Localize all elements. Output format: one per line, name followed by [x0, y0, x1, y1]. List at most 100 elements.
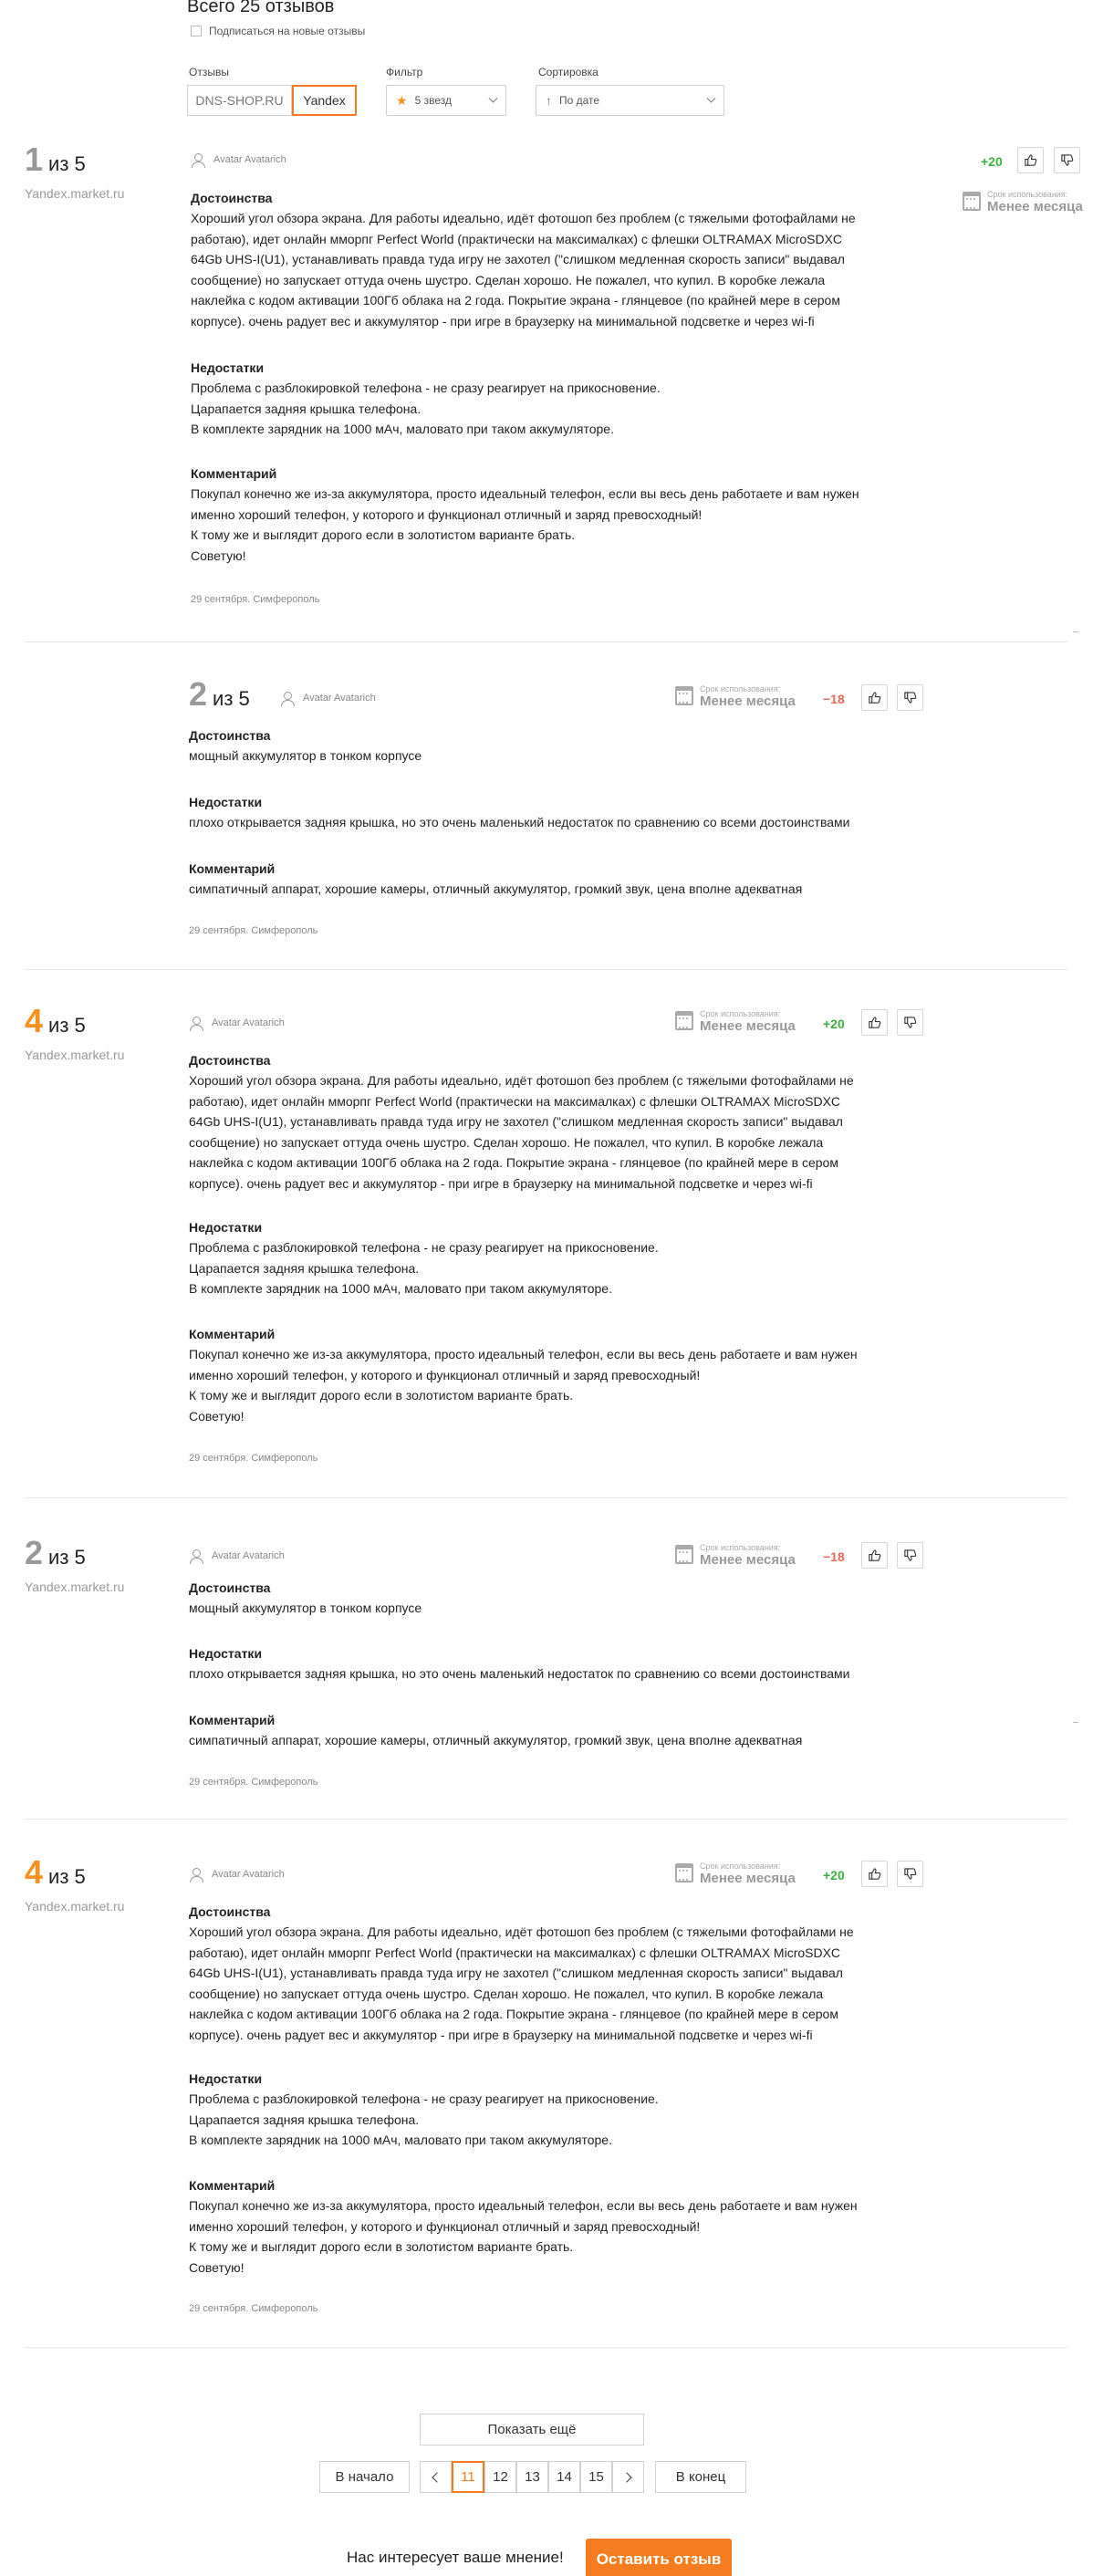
review-pros: Достоинства Хороший угол обзора экрана. Д… — [189, 1904, 854, 2042]
calendar-icon — [675, 686, 693, 705]
thumb-down-icon — [904, 1017, 917, 1028]
review-score: −18 — [823, 1549, 845, 1564]
review-source: Yandex.market.ru — [25, 1580, 125, 1594]
calendar-icon — [963, 192, 981, 211]
review-score: +20 — [823, 1868, 845, 1882]
review-comment: Комментарий Покупал конечно же из-за акку… — [189, 2178, 858, 2275]
dislike-button[interactable] — [897, 1542, 923, 1569]
first-page-button[interactable]: В начало — [319, 2461, 410, 2493]
last-page-button[interactable]: В конец — [655, 2461, 746, 2493]
thumb-up-icon — [869, 692, 881, 704]
user-icon — [189, 1016, 203, 1031]
review-cons: Недостатки плохо открывается задняя крышк… — [189, 795, 850, 829]
review-rating: 1 из 5 — [25, 141, 86, 178]
review-pros: Достоинства Хороший угол обзора экрана. Д… — [191, 191, 856, 329]
review-comment: Комментарий симпатичный аппарат, хорошие … — [189, 861, 803, 896]
next-page-button[interactable] — [612, 2461, 644, 2493]
review-pros: Достоинства мощный аккумулятор в тонком к… — [189, 1580, 422, 1615]
review-author[interactable]: Avatar Avatarich — [189, 1016, 285, 1031]
page-13[interactable]: 13 — [516, 2461, 548, 2493]
source-switch: DNS-SHOP.RU Yandex — [187, 85, 357, 116]
source-dns-button[interactable]: DNS-SHOP.RU — [187, 85, 292, 116]
chevron-down-icon — [488, 93, 498, 103]
usage-period: Срок использования: Менее месяца — [963, 190, 1083, 215]
filter-value: 5 звезд — [414, 94, 452, 107]
page-12[interactable]: 12 — [484, 2461, 516, 2493]
dislike-button[interactable] — [897, 1861, 923, 1887]
thumb-down-icon — [904, 1549, 917, 1561]
user-icon — [189, 1549, 203, 1564]
like-button[interactable] — [861, 684, 888, 711]
review-date: 29 сентября. Симферополь — [189, 925, 318, 936]
review-rating: 4 из 5 — [25, 1853, 86, 1891]
page-15[interactable]: 15 — [580, 2461, 612, 2493]
usage-period: Срок использования: Менее месяца — [675, 1009, 796, 1035]
review-comment: Комментарий Покупал конечно же из-за акку… — [191, 466, 859, 563]
dislike-button[interactable] — [897, 1009, 923, 1036]
thumb-up-icon — [869, 1017, 881, 1028]
leave-review-button[interactable]: Оставить отзыв — [586, 2539, 732, 2576]
calendar-icon — [675, 1011, 693, 1030]
review-date: 29 сентября. Симферополь — [189, 2303, 318, 2314]
review-author[interactable]: Avatar Avatarich — [189, 1549, 285, 1564]
review-cons: Недостатки Проблема с разблокировкой теле… — [191, 360, 661, 436]
review-author[interactable]: Avatar Avatarich — [280, 691, 376, 706]
source-label: Отзывы — [189, 66, 229, 78]
review-source: Yandex.market.ru — [25, 186, 125, 201]
page-11[interactable]: 11 — [452, 2461, 484, 2493]
review-comment: Комментарий Покупал конечно же из-за акку… — [189, 1327, 858, 1424]
review-comment: Комментарий симпатичный аппарат, хорошие … — [189, 1713, 803, 1747]
review-pros: Достоинства Хороший угол обзора экрана. Д… — [189, 1053, 854, 1191]
review-rating: 2 из 5 — [25, 1534, 86, 1571]
calendar-icon — [675, 1863, 693, 1882]
review-cons: Недостатки Проблема с разблокировкой теле… — [189, 2071, 659, 2147]
feedback-prompt: Нас интересует ваше мнение! — [347, 2549, 564, 2566]
review-rating: 4 из 5 — [25, 1002, 86, 1039]
review-author[interactable]: Avatar Avatarich — [189, 1867, 285, 1882]
review-score: +20 — [823, 1017, 845, 1031]
review-date: 29 сентября. Симферополь — [191, 594, 320, 605]
review-score: +20 — [981, 154, 1003, 169]
show-more-button[interactable]: Показать ещё — [420, 2414, 644, 2446]
sort-label: Сортировка — [538, 66, 599, 78]
dislike-button[interactable] — [1054, 147, 1080, 173]
subscribe-checkbox[interactable]: Подписаться на новые отзывы — [191, 25, 365, 37]
review-cons: Недостатки Проблема с разблокировкой теле… — [189, 1220, 659, 1296]
filter-label: Фильтр — [386, 66, 423, 78]
dislike-button[interactable] — [897, 684, 923, 711]
checkbox-box[interactable] — [191, 26, 202, 37]
thumb-up-icon — [1025, 154, 1037, 166]
like-button[interactable] — [861, 1009, 888, 1036]
thumb-down-icon — [904, 1868, 917, 1880]
usage-period: Срок использования: Менее месяца — [675, 1862, 796, 1887]
thumb-up-icon — [869, 1868, 881, 1880]
chevron-left-icon — [432, 2471, 442, 2483]
sort-value: По дате — [559, 94, 600, 107]
chevron-down-icon — [706, 93, 716, 103]
thumb-up-icon — [869, 1549, 881, 1561]
user-icon — [191, 152, 205, 168]
review-date: 29 сентября. Симферополь — [189, 1777, 318, 1788]
filter-dropdown[interactable]: ★ 5 звезд — [386, 85, 506, 116]
source-yandex-button[interactable]: Yandex — [292, 85, 357, 116]
like-button[interactable] — [1017, 147, 1044, 173]
review-score: −18 — [823, 692, 845, 706]
review-author[interactable]: Avatar Avatarich — [191, 152, 286, 168]
like-button[interactable] — [861, 1542, 888, 1569]
thumb-down-icon — [904, 692, 917, 704]
thumb-down-icon — [1061, 154, 1074, 166]
prev-page-button[interactable] — [420, 2461, 452, 2493]
page-title: Всего 25 отзывов — [187, 0, 335, 16]
usage-period: Срок использования: Менее месяца — [675, 1543, 796, 1569]
like-button[interactable] — [861, 1861, 888, 1887]
page-14[interactable]: 14 — [548, 2461, 580, 2493]
user-icon — [189, 1867, 203, 1882]
sort-dropdown[interactable]: ↑ По дате — [536, 85, 724, 116]
chevron-right-icon — [621, 2471, 632, 2483]
sort-up-icon: ↑ — [546, 93, 552, 108]
subscribe-label: Подписаться на новые отзывы — [209, 25, 366, 37]
calendar-icon — [675, 1545, 693, 1564]
review-source: Yandex.market.ru — [25, 1048, 125, 1062]
review-rating: 2 из 5 — [189, 675, 250, 713]
user-icon — [280, 691, 295, 706]
